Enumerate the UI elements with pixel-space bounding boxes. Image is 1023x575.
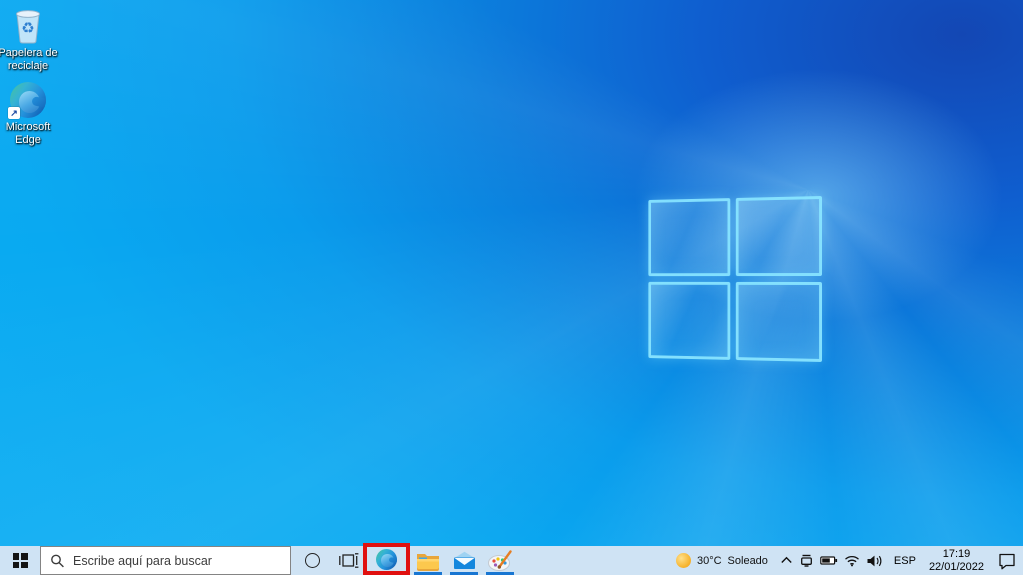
wifi-button[interactable]: [841, 546, 863, 575]
file-explorer-button[interactable]: [410, 546, 446, 575]
file-explorer-icon: [417, 553, 439, 571]
weather-widget[interactable]: 30°C Soleado: [667, 546, 777, 575]
mail-icon: [453, 551, 475, 569]
windows-desktop: ♻ Papelera de reciclaje ↗ Microsoft Edge: [0, 0, 1023, 575]
taskbar: 30°C Soleado: [0, 543, 1023, 575]
windows-logo-pane: [648, 198, 731, 277]
device-icon: [800, 554, 812, 567]
weather-temperature: 30°C: [696, 554, 722, 567]
action-center-icon: [998, 553, 1015, 569]
paint3d-button[interactable]: [482, 546, 518, 575]
volume-button[interactable]: [863, 546, 887, 575]
recycle-bin-icon: ♻: [16, 10, 40, 44]
task-view-icon: [338, 553, 358, 568]
start-button[interactable]: [0, 546, 40, 575]
weather-condition: Soleado: [727, 554, 768, 567]
desktop-icon-microsoft-edge[interactable]: ↗ Microsoft Edge: [0, 82, 62, 147]
paint3d-icon: [488, 549, 512, 571]
taskbar-empty-space: [518, 546, 667, 575]
battery-button[interactable]: [817, 546, 841, 575]
desktop-icon-label: Microsoft Edge: [5, 121, 51, 146]
clock[interactable]: 17:19 22/01/2022: [923, 546, 990, 575]
language-indicator[interactable]: ESP: [887, 546, 923, 575]
show-hidden-icons-button[interactable]: [777, 546, 796, 575]
desktop-icon-label: Papelera de reciclaje: [0, 47, 58, 72]
clock-time: 17:19: [942, 547, 971, 560]
svg-text:♻: ♻: [21, 20, 34, 37]
wifi-icon: [844, 555, 859, 567]
action-center-button[interactable]: [990, 546, 1023, 575]
search-input[interactable]: [40, 546, 291, 575]
mail-button[interactable]: [446, 546, 482, 575]
edge-icon: [376, 548, 397, 570]
windows-start-icon: [12, 553, 28, 568]
cortana-icon: [304, 553, 320, 568]
task-view-button[interactable]: [333, 546, 363, 575]
sun-icon: [675, 553, 691, 568]
desktop-icon-recycle-bin[interactable]: ♻ Papelera de reciclaje: [0, 6, 62, 73]
clock-date: 22/01/2022: [928, 560, 984, 573]
edge-taskbar-button[interactable]: [376, 548, 397, 570]
windows-logo-wallpaper: [648, 196, 822, 362]
taskbar-search: [40, 546, 291, 575]
shortcut-arrow-icon: ↗: [8, 107, 20, 119]
windows-logo-pane: [735, 196, 822, 277]
language-code: ESP: [893, 554, 916, 567]
cortana-button[interactable]: [291, 546, 333, 575]
battery-icon: [820, 556, 838, 565]
wallpaper: [0, 0, 1023, 575]
chevron-up-icon: [781, 556, 792, 563]
tray-device-button[interactable]: [796, 546, 817, 575]
windows-logo-pane: [648, 281, 731, 360]
annotation-highlight-rectangle: [363, 543, 410, 575]
volume-icon: [867, 555, 882, 566]
windows-logo-pane: [735, 281, 822, 362]
